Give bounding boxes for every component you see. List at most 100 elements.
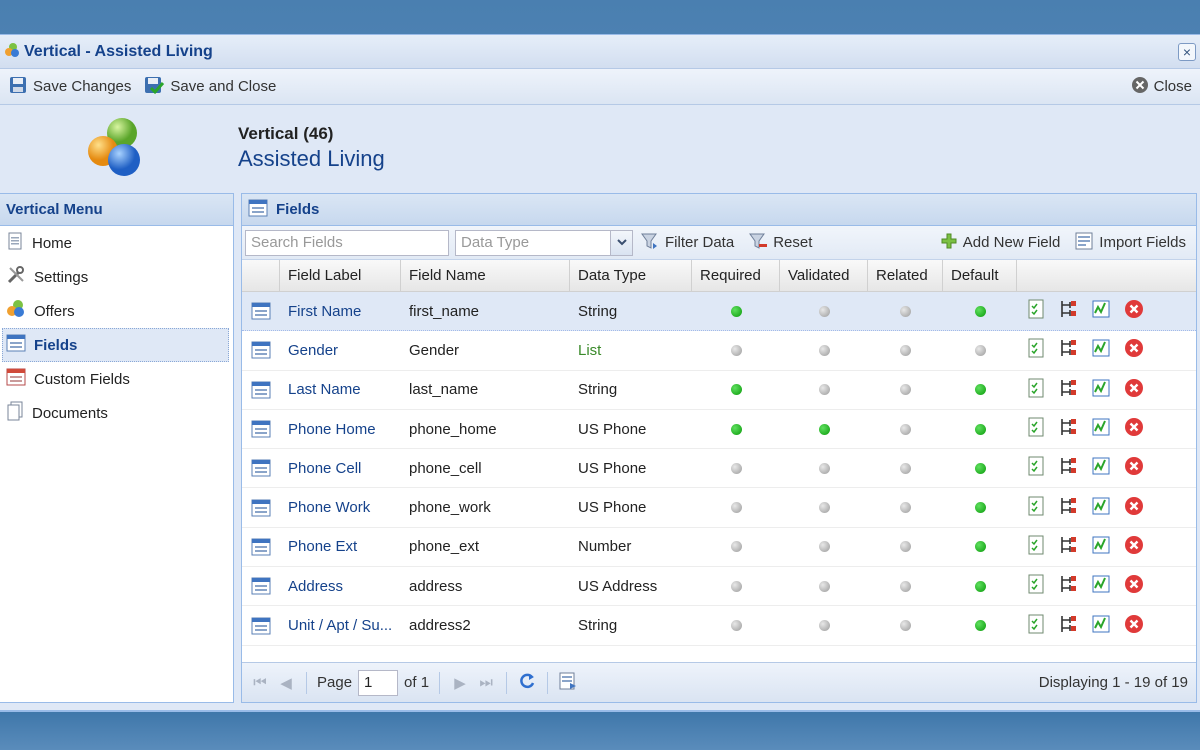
edit-field-icon[interactable]	[1027, 378, 1045, 402]
row-form-icon	[242, 567, 280, 605]
cell-required	[692, 410, 780, 448]
sidebar-item-documents[interactable]: Documents	[0, 396, 233, 430]
cell-related	[868, 606, 943, 644]
search-fields-input[interactable]: Search Fields	[245, 229, 449, 256]
relations-icon[interactable]	[1058, 299, 1078, 323]
last-page-icon[interactable]: ⏭	[476, 674, 496, 691]
sidebar-item-home[interactable]: Home	[0, 226, 233, 260]
cell-field-name: first_name	[409, 302, 480, 320]
sidebar-item-fields[interactable]: Fields	[2, 328, 229, 362]
data-type-input[interactable]: Data Type	[455, 229, 611, 256]
column-header-field-name[interactable]: Field Name	[401, 260, 570, 291]
cell-field-name: phone_home	[409, 420, 497, 438]
delete-icon[interactable]	[1124, 614, 1144, 638]
window-close-button[interactable]: ×	[1178, 42, 1196, 61]
table-row[interactable]: Gender Gender List	[242, 331, 1196, 371]
validation-icon[interactable]	[1091, 574, 1111, 598]
column-header-related[interactable]: Related	[868, 260, 943, 291]
relations-icon[interactable]	[1058, 614, 1078, 638]
field-label-text: First Name	[288, 302, 362, 320]
table-row[interactable]: Phone Work phone_work US Phone	[242, 488, 1196, 528]
vertical-window: Vertical - Assisted Living × Save Change…	[0, 34, 1200, 712]
edit-field-icon[interactable]	[1027, 417, 1045, 441]
chevron-down-icon[interactable]	[611, 229, 633, 256]
cell-field-name: address	[409, 577, 463, 595]
cell-related	[868, 371, 943, 409]
cell-field-label: Address	[280, 567, 401, 605]
sidebar-item-settings[interactable]: Settings	[0, 260, 233, 294]
relations-icon[interactable]	[1058, 535, 1078, 559]
field-label-text: Unit / Apt / Su...	[288, 617, 393, 635]
relations-icon[interactable]	[1058, 456, 1078, 480]
import-fields-button[interactable]: Import Fields	[1067, 230, 1193, 256]
validation-icon[interactable]	[1091, 417, 1111, 441]
next-page-icon[interactable]: ▶	[450, 674, 470, 692]
page-label: Page	[317, 674, 353, 691]
close-button[interactable]: Close	[1125, 73, 1198, 101]
edit-field-icon[interactable]	[1027, 496, 1045, 520]
relations-icon[interactable]	[1058, 574, 1078, 598]
first-page-icon[interactable]: ⏮	[250, 674, 270, 691]
table-row[interactable]: Last Name last_name String	[242, 371, 1196, 410]
save-changes-button[interactable]: Save Changes	[2, 73, 137, 101]
delete-icon[interactable]	[1124, 456, 1144, 480]
export-icon[interactable]	[558, 671, 578, 695]
prev-page-icon[interactable]: ◀	[276, 674, 296, 692]
column-header-field-label[interactable]: Field Label	[280, 260, 401, 291]
table-row[interactable]: Phone Ext phone_ext Number	[242, 528, 1196, 568]
column-header-default[interactable]: Default	[943, 260, 1017, 291]
validation-icon[interactable]	[1091, 456, 1111, 480]
table-row[interactable]: Unit / Apt / Su... address2 String	[242, 606, 1196, 646]
page-number-input[interactable]: 1	[358, 669, 399, 696]
relations-icon[interactable]	[1058, 417, 1078, 441]
required-status-icon	[730, 462, 742, 474]
validated-status-icon	[818, 305, 830, 317]
required-status-icon	[730, 305, 742, 317]
column-header-required[interactable]: Required	[692, 260, 780, 291]
delete-icon[interactable]	[1124, 378, 1144, 402]
close-label: Close	[1153, 78, 1192, 95]
table-row[interactable]: First Name first_name String	[242, 292, 1196, 332]
cell-validated	[780, 528, 868, 566]
filter-data-button[interactable]: Filter Data	[633, 230, 741, 256]
edit-field-icon[interactable]	[1027, 456, 1045, 480]
validation-icon[interactable]	[1091, 338, 1111, 362]
relations-icon[interactable]	[1058, 338, 1078, 362]
relations-icon[interactable]	[1058, 496, 1078, 520]
refresh-icon[interactable]	[517, 671, 537, 695]
validation-icon[interactable]	[1091, 378, 1111, 402]
validation-icon[interactable]	[1091, 496, 1111, 520]
column-header-validated[interactable]: Validated	[780, 260, 868, 291]
delete-icon[interactable]	[1124, 535, 1144, 559]
table-row[interactable]: Phone Cell phone_cell US Phone	[242, 449, 1196, 489]
sidebar-item-label: Custom Fields	[34, 370, 130, 388]
edit-field-icon[interactable]	[1027, 338, 1045, 362]
window-titlebar[interactable]: Vertical - Assisted Living ×	[0, 35, 1200, 69]
table-row[interactable]: Phone Home phone_home US Phone	[242, 410, 1196, 450]
related-status-icon	[900, 541, 911, 553]
delete-icon[interactable]	[1124, 574, 1144, 598]
column-header-data-type[interactable]: Data Type	[570, 260, 692, 291]
table-row[interactable]: Address address US Address	[242, 567, 1196, 607]
validation-icon[interactable]	[1091, 614, 1111, 638]
sidebar-item-offers[interactable]: Offers	[0, 294, 233, 328]
cell-field-name: phone_cell	[409, 459, 482, 477]
edit-field-icon[interactable]	[1027, 535, 1045, 559]
validation-icon[interactable]	[1091, 535, 1111, 559]
delete-icon[interactable]	[1124, 299, 1144, 323]
edit-field-icon[interactable]	[1027, 574, 1045, 598]
reset-button[interactable]: Reset	[741, 230, 819, 256]
save-and-close-button[interactable]: Save and Close	[137, 73, 282, 101]
edit-field-icon[interactable]	[1027, 299, 1045, 323]
delete-icon[interactable]	[1124, 338, 1144, 362]
edit-field-icon[interactable]	[1027, 614, 1045, 638]
sidebar-item-custom-fields[interactable]: Custom Fields	[0, 362, 233, 396]
delete-icon[interactable]	[1124, 496, 1144, 520]
validation-icon[interactable]	[1091, 299, 1111, 323]
data-type-select[interactable]: Data Type	[455, 229, 633, 256]
add-new-field-button[interactable]: Add New Field	[933, 230, 1068, 256]
custom-form-icon	[6, 368, 26, 390]
relations-icon[interactable]	[1058, 378, 1078, 402]
documents-icon	[6, 401, 24, 425]
delete-icon[interactable]	[1124, 417, 1144, 441]
